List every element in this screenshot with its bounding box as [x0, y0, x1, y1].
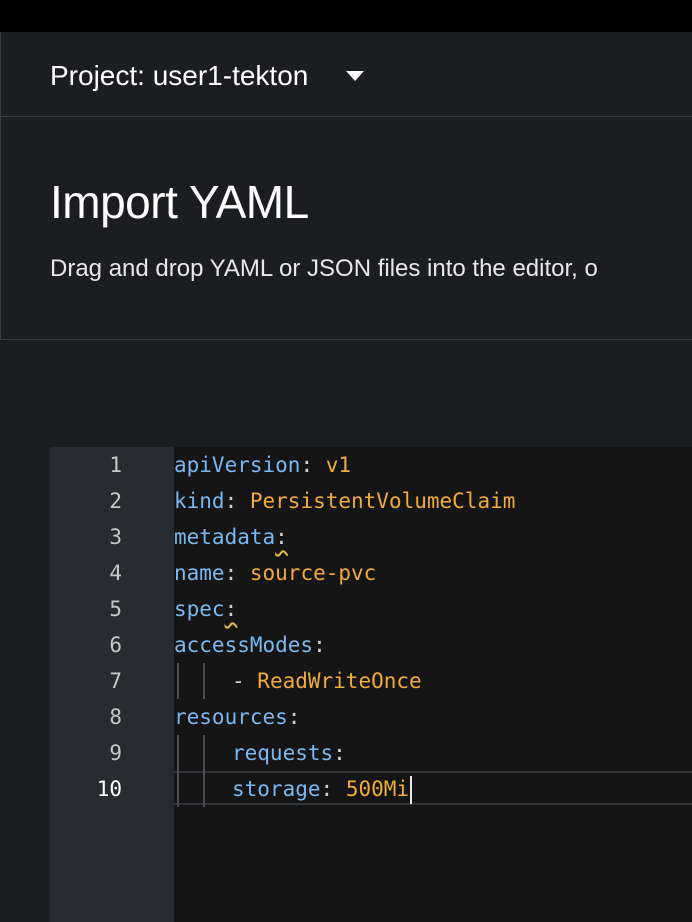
code-line: accessModes: — [174, 627, 326, 663]
yaml-key: apiVersion — [174, 453, 301, 477]
line-number: 7 — [109, 669, 122, 693]
yaml-value: v1 — [325, 453, 352, 477]
yaml-value: source-pvc — [249, 561, 377, 585]
code-line: - ReadWriteOnce — [232, 663, 422, 699]
yaml-separator: : — [300, 453, 326, 477]
indent-guide — [177, 663, 179, 699]
code-area[interactable]: apiVersion: v1 kind: PersistentVolumeCla… — [174, 447, 692, 922]
top-masthead-strip — [0, 0, 692, 32]
code-line: apiVersion: v1 — [174, 447, 351, 483]
line-number: 3 — [109, 525, 122, 549]
yaml-key: spec — [174, 597, 225, 621]
yaml-value: PersistentVolumeClaim — [249, 489, 516, 513]
yaml-value: 500Mi — [345, 777, 410, 801]
page-title: Import YAML — [50, 176, 309, 228]
yaml-key: requests — [232, 741, 334, 765]
page-header: Import YAML Drag and drop YAML or JSON f… — [0, 117, 692, 340]
indent-guide — [203, 735, 205, 807]
yaml-separator: : — [313, 633, 326, 657]
indent-guide — [203, 663, 205, 699]
line-number: 6 — [109, 633, 122, 657]
yaml-key: kind — [174, 489, 225, 513]
line-number-gutter: 1 2 3 4 5 6 7 8 9 10 — [50, 447, 174, 922]
yaml-code-editor[interactable]: 1 2 3 4 5 6 7 8 9 10 apiVersion: v1 kind… — [50, 447, 692, 922]
yaml-list-dash: - — [232, 669, 258, 693]
project-selector-label: Project: user1-tekton — [50, 60, 309, 91]
import-yaml-page: Project: user1-tekton Import YAML Drag a… — [0, 0, 692, 922]
line-number: 1 — [109, 453, 122, 477]
indent-guide — [177, 735, 179, 807]
yaml-separator-warning: : — [275, 525, 288, 549]
code-line: storage: 500Mi — [232, 771, 413, 807]
yaml-separator: : — [224, 489, 250, 513]
yaml-key: resources — [174, 705, 288, 729]
yaml-separator: : — [287, 705, 301, 729]
yaml-separator: : — [224, 561, 250, 585]
page-description: Drag and drop YAML or JSON files into th… — [50, 255, 598, 282]
code-line: resources: — [174, 699, 300, 735]
code-line: requests: — [232, 735, 346, 771]
line-number: 9 — [109, 741, 122, 765]
line-number-active: 10 — [96, 777, 122, 801]
line-number: 2 — [109, 489, 122, 513]
yaml-separator: : — [320, 777, 346, 801]
line-number: 4 — [109, 561, 122, 585]
yaml-separator-warning: : — [224, 597, 238, 621]
code-line: spec: — [174, 591, 237, 627]
yaml-key: name — [174, 561, 225, 585]
yaml-key: accessModes — [174, 633, 314, 657]
caret-down-icon — [346, 71, 365, 81]
text-cursor — [410, 776, 413, 804]
yaml-key: storage — [232, 777, 321, 801]
line-number: 5 — [109, 597, 122, 621]
line-number: 8 — [109, 705, 122, 729]
yaml-value: ReadWriteOnce — [257, 669, 422, 693]
code-line: name: source-pvc — [174, 555, 376, 591]
project-bar: Project: user1-tekton — [0, 32, 692, 117]
yaml-key: metadata — [174, 525, 276, 549]
code-line: metadata: — [174, 519, 288, 555]
project-selector-dropdown[interactable]: Project: user1-tekton — [50, 56, 365, 96]
yaml-separator: : — [333, 741, 346, 765]
code-line: kind: PersistentVolumeClaim — [174, 483, 515, 519]
